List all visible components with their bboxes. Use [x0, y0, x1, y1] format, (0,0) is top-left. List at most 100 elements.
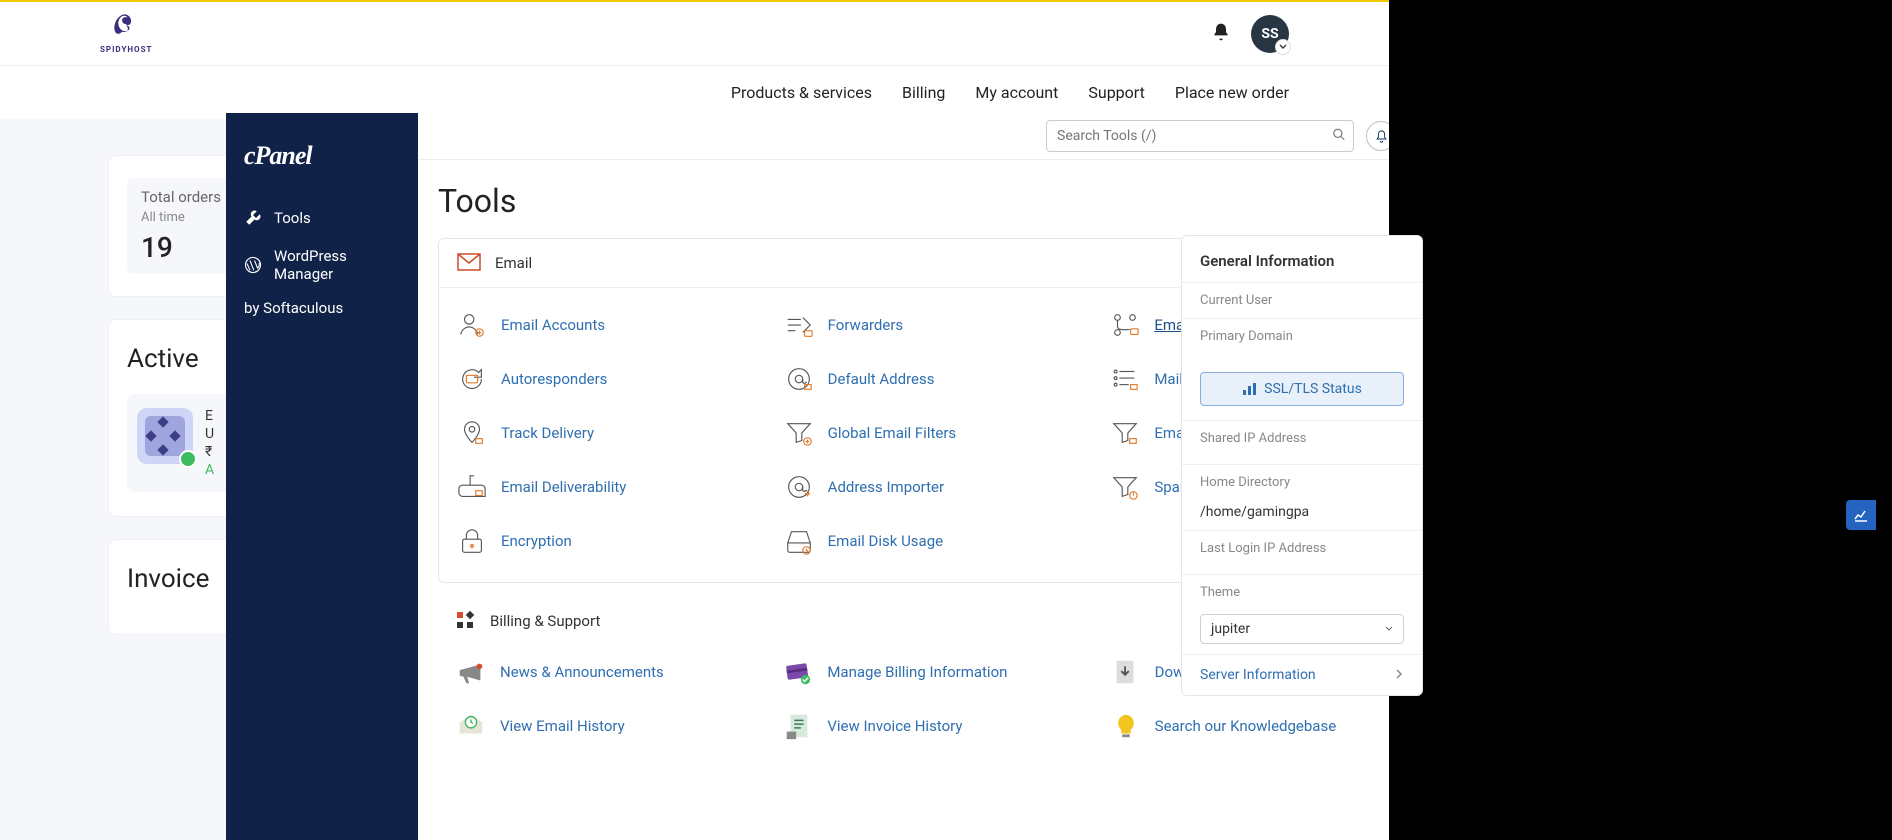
- nav-products[interactable]: Products & services: [731, 83, 872, 102]
- lock-icon: [457, 526, 487, 556]
- home-dir-label: Home Directory: [1182, 464, 1422, 500]
- primary-domain-label: Primary Domain: [1182, 318, 1422, 362]
- ssl-button-label: SSL/TLS Status: [1264, 381, 1362, 397]
- pin-icon: [457, 418, 487, 448]
- tool-deliverability[interactable]: Email Deliverability: [447, 464, 774, 510]
- cpanel-topbar: [418, 113, 1446, 160]
- tool-email-accounts[interactable]: Email Accounts: [447, 302, 774, 348]
- tool-track-delivery[interactable]: Track Delivery: [447, 410, 774, 456]
- tool-forwarders[interactable]: Forwarders: [774, 302, 1101, 348]
- tool-label: News & Announcements: [500, 663, 664, 681]
- tool-label: View Email History: [500, 717, 625, 735]
- brand-name: SPIDYHOST: [100, 45, 152, 54]
- sidebar-tools-label: Tools: [274, 209, 311, 227]
- product-line-4: A: [205, 462, 214, 478]
- nav-myaccount[interactable]: My account: [975, 83, 1058, 102]
- nav-place-order[interactable]: Place new order: [1175, 83, 1289, 102]
- stats-fab[interactable]: [1846, 500, 1876, 530]
- tool-label: Email Disk Usage: [828, 532, 943, 550]
- tool-default-address[interactable]: Default Address: [774, 356, 1101, 402]
- product-line-1: E: [205, 408, 214, 424]
- tool-invoice-history[interactable]: View Invoice History: [773, 703, 1100, 749]
- tool-encryption[interactable]: Encryption: [447, 518, 774, 564]
- server-info-label: Server Information: [1200, 667, 1316, 683]
- dragon-icon: [111, 13, 141, 43]
- tool-label: Global Email Filters: [828, 424, 957, 442]
- sidebar-wp-subtitle: by Softaculous: [240, 293, 404, 327]
- main-nav: Products & services Billing My account S…: [0, 66, 1389, 119]
- forward-icon: [784, 310, 814, 340]
- page-title: Tools: [418, 160, 1446, 238]
- tool-knowledgebase[interactable]: Search our Knowledgebase: [1101, 703, 1428, 749]
- tool-label: Address Importer: [828, 478, 944, 496]
- tool-email-disk-usage[interactable]: Email Disk Usage: [774, 518, 1101, 564]
- search-wrapper: [1046, 120, 1354, 152]
- brand-logo[interactable]: SPIDYHOST: [100, 13, 152, 54]
- shared-ip-label: Shared IP Address: [1182, 420, 1422, 464]
- disk-icon: [784, 526, 814, 556]
- wrench-icon: [244, 209, 262, 227]
- tool-label: Search our Knowledgebase: [1155, 717, 1337, 735]
- tool-news[interactable]: News & Announcements: [446, 649, 773, 695]
- cpanel-brand: cPanel: [244, 141, 400, 171]
- search-icon[interactable]: [1332, 127, 1346, 146]
- at-import-icon: [784, 472, 814, 502]
- current-user-label: Current User: [1182, 282, 1422, 318]
- mailbox-icon: [457, 472, 487, 502]
- funnel-plus-icon: [784, 418, 814, 448]
- tool-email-history[interactable]: View Email History: [446, 703, 773, 749]
- ssl-status-button[interactable]: SSL/TLS Status: [1200, 372, 1404, 406]
- user-plus-icon: [457, 310, 487, 340]
- tool-label: View Invoice History: [827, 717, 962, 735]
- user-avatar[interactable]: SS: [1251, 15, 1289, 53]
- last-login-label: Last Login IP Address: [1182, 530, 1422, 574]
- card-icon: [783, 657, 813, 687]
- chevron-right-icon: [1394, 667, 1404, 683]
- tool-manage-billing[interactable]: Manage Billing Information: [773, 649, 1100, 695]
- sidebar-wp-label: WordPress Manager: [274, 247, 400, 283]
- bell-icon[interactable]: [1211, 22, 1231, 46]
- sidebar-item-wordpress[interactable]: WordPress Manager: [240, 237, 404, 293]
- check-icon: [179, 450, 197, 468]
- bulb-icon: [1111, 711, 1141, 741]
- at-icon: [784, 364, 814, 394]
- megaphone-icon: [456, 657, 486, 687]
- theme-value: jupiter: [1211, 621, 1250, 637]
- bars-icon: [1242, 382, 1256, 396]
- tool-label: Track Delivery: [501, 424, 594, 442]
- tool-address-importer[interactable]: Address Importer: [774, 464, 1101, 510]
- wordpress-icon: [244, 256, 262, 274]
- theme-label: Theme: [1182, 574, 1422, 610]
- tool-label: Autoresponders: [501, 370, 607, 388]
- download-icon: [1111, 657, 1141, 687]
- tool-label: Forwarders: [828, 316, 904, 334]
- product-thumb-icon: [137, 408, 193, 464]
- theme-select[interactable]: jupiter: [1200, 614, 1404, 644]
- product-line-2: U: [205, 426, 214, 442]
- tool-label: Email Deliverability: [501, 478, 626, 496]
- apps-icon: [456, 611, 476, 631]
- list-icon: [1110, 364, 1140, 394]
- tool-label: Default Address: [828, 370, 935, 388]
- mail-clock-icon: [456, 711, 486, 741]
- avatar-initials: SS: [1261, 26, 1278, 42]
- tool-label: Encryption: [501, 532, 572, 550]
- top-header: SPIDYHOST SS: [0, 2, 1389, 66]
- tool-global-filters[interactable]: Global Email Filters: [774, 410, 1101, 456]
- nav-billing[interactable]: Billing: [902, 83, 945, 102]
- envelope-icon: [457, 253, 481, 273]
- sidebar-item-tools[interactable]: Tools: [240, 199, 404, 237]
- tool-label: Manage Billing Information: [827, 663, 1007, 681]
- search-input[interactable]: [1046, 120, 1354, 152]
- info-title: General Information: [1182, 236, 1422, 282]
- funnel-icon: [1110, 418, 1140, 448]
- routing-icon: [1110, 310, 1140, 340]
- right-black-region: [1389, 0, 1892, 840]
- server-information-link[interactable]: Server Information: [1182, 654, 1422, 695]
- tool-label: Email Accounts: [501, 316, 605, 334]
- nav-support[interactable]: Support: [1088, 83, 1144, 102]
- product-line-3: ₹: [205, 444, 214, 460]
- chart-icon: [1853, 507, 1869, 523]
- tool-autoresponders[interactable]: Autoresponders: [447, 356, 774, 402]
- refresh-icon: [457, 364, 487, 394]
